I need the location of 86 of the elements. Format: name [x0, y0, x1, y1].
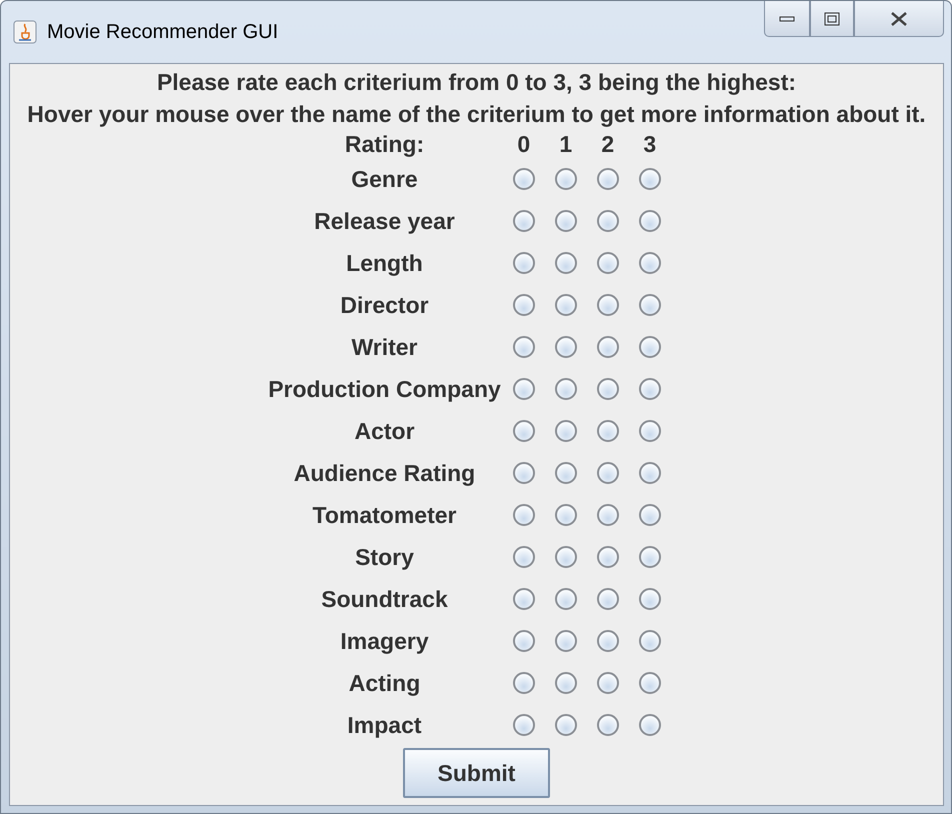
radio-button[interactable] [554, 714, 577, 736]
radio-button[interactable] [554, 546, 577, 568]
radio-button[interactable] [512, 252, 535, 274]
minimize-button[interactable] [764, 1, 810, 37]
radio-button[interactable] [596, 504, 619, 526]
criterion-label[interactable]: Production Company [266, 368, 503, 410]
radio-button[interactable] [638, 210, 661, 232]
criterion-label[interactable]: Tomatometer [310, 494, 458, 536]
radio-button[interactable] [512, 714, 535, 736]
radio-button[interactable] [554, 378, 577, 400]
radio-button[interactable] [596, 546, 619, 568]
instruction-text: Please rate each criterium from 0 to 3, 3 being the highest: [156, 68, 796, 97]
criterion-label[interactable]: Impact [345, 704, 424, 746]
radio-button[interactable] [638, 420, 661, 442]
instruction-text: Hover your mouse over the name of the criterium to get more information about it. [27, 100, 926, 129]
radio-button[interactable] [596, 294, 619, 316]
radio-button[interactable] [596, 672, 619, 694]
radio-button[interactable] [512, 630, 535, 652]
radio-button[interactable] [638, 462, 661, 484]
criterion-label[interactable]: Length [344, 242, 425, 284]
criterion-label[interactable]: Soundtrack [319, 578, 450, 620]
maximize-button[interactable] [810, 1, 854, 37]
radio-button[interactable] [512, 420, 535, 442]
radio-button[interactable] [512, 294, 535, 316]
criterion-label[interactable]: Genre [349, 158, 420, 200]
rating-value: 2 [601, 130, 614, 158]
criterion-label[interactable]: Writer [349, 326, 420, 368]
radio-button[interactable] [554, 588, 577, 610]
radio-button[interactable] [596, 252, 619, 274]
radio-button[interactable] [638, 546, 661, 568]
radio-button[interactable] [596, 420, 619, 442]
radio-button[interactable] [596, 630, 619, 652]
submit-button[interactable]: Submit [403, 748, 550, 798]
radio-button[interactable] [512, 168, 535, 190]
radio-button[interactable] [638, 252, 661, 274]
radio-button[interactable] [596, 462, 619, 484]
radio-button[interactable] [638, 378, 661, 400]
rating-value: 1 [559, 130, 572, 158]
radio-button[interactable] [638, 714, 661, 736]
criterion-label[interactable]: Director [338, 284, 431, 326]
radio-button[interactable] [638, 630, 661, 652]
rating-label: Rating: [344, 130, 424, 158]
radio-button[interactable] [512, 210, 535, 232]
radio-button[interactable] [596, 378, 619, 400]
radio-button[interactable] [512, 378, 535, 400]
radio-button[interactable] [512, 588, 535, 610]
criterion-label[interactable]: Acting [346, 662, 422, 704]
criterion-label[interactable]: Audience Rating [292, 452, 478, 494]
criterion-label[interactable]: Story [353, 536, 416, 578]
java-cup-icon [13, 20, 37, 44]
radio-button[interactable] [596, 588, 619, 610]
radio-button[interactable] [596, 336, 619, 358]
radio-button[interactable] [596, 714, 619, 736]
maximize-icon [824, 12, 840, 26]
radio-button[interactable] [512, 546, 535, 568]
radio-button[interactable] [554, 420, 577, 442]
radio-button[interactable] [554, 294, 577, 316]
radio-button[interactable] [554, 504, 577, 526]
radio-button[interactable] [596, 210, 619, 232]
criterion-label[interactable]: Imagery [338, 620, 431, 662]
radio-button[interactable] [596, 168, 619, 190]
radio-button[interactable] [554, 336, 577, 358]
rating-value: 0 [517, 130, 530, 158]
criterion-label[interactable]: Actor [352, 410, 417, 452]
radio-button[interactable] [638, 588, 661, 610]
window-title: Movie Recommender GUI [47, 20, 278, 44]
radio-button[interactable] [554, 252, 577, 274]
minimize-icon [779, 14, 795, 22]
radio-button[interactable] [638, 168, 661, 190]
radio-button[interactable] [512, 672, 535, 694]
rating-value: 3 [643, 130, 656, 158]
radio-button[interactable] [638, 294, 661, 316]
radio-button[interactable] [512, 504, 535, 526]
radio-button[interactable] [554, 630, 577, 652]
close-button[interactable] [854, 1, 944, 37]
radio-button[interactable] [512, 336, 535, 358]
radio-button[interactable] [638, 336, 661, 358]
radio-button[interactable] [554, 672, 577, 694]
radio-button[interactable] [638, 672, 661, 694]
radio-button[interactable] [512, 462, 535, 484]
radio-button[interactable] [554, 210, 577, 232]
radio-button[interactable] [638, 504, 661, 526]
close-icon [890, 12, 908, 26]
radio-button[interactable] [554, 168, 577, 190]
radio-button[interactable] [554, 462, 577, 484]
criterion-label[interactable]: Release year [312, 200, 457, 242]
